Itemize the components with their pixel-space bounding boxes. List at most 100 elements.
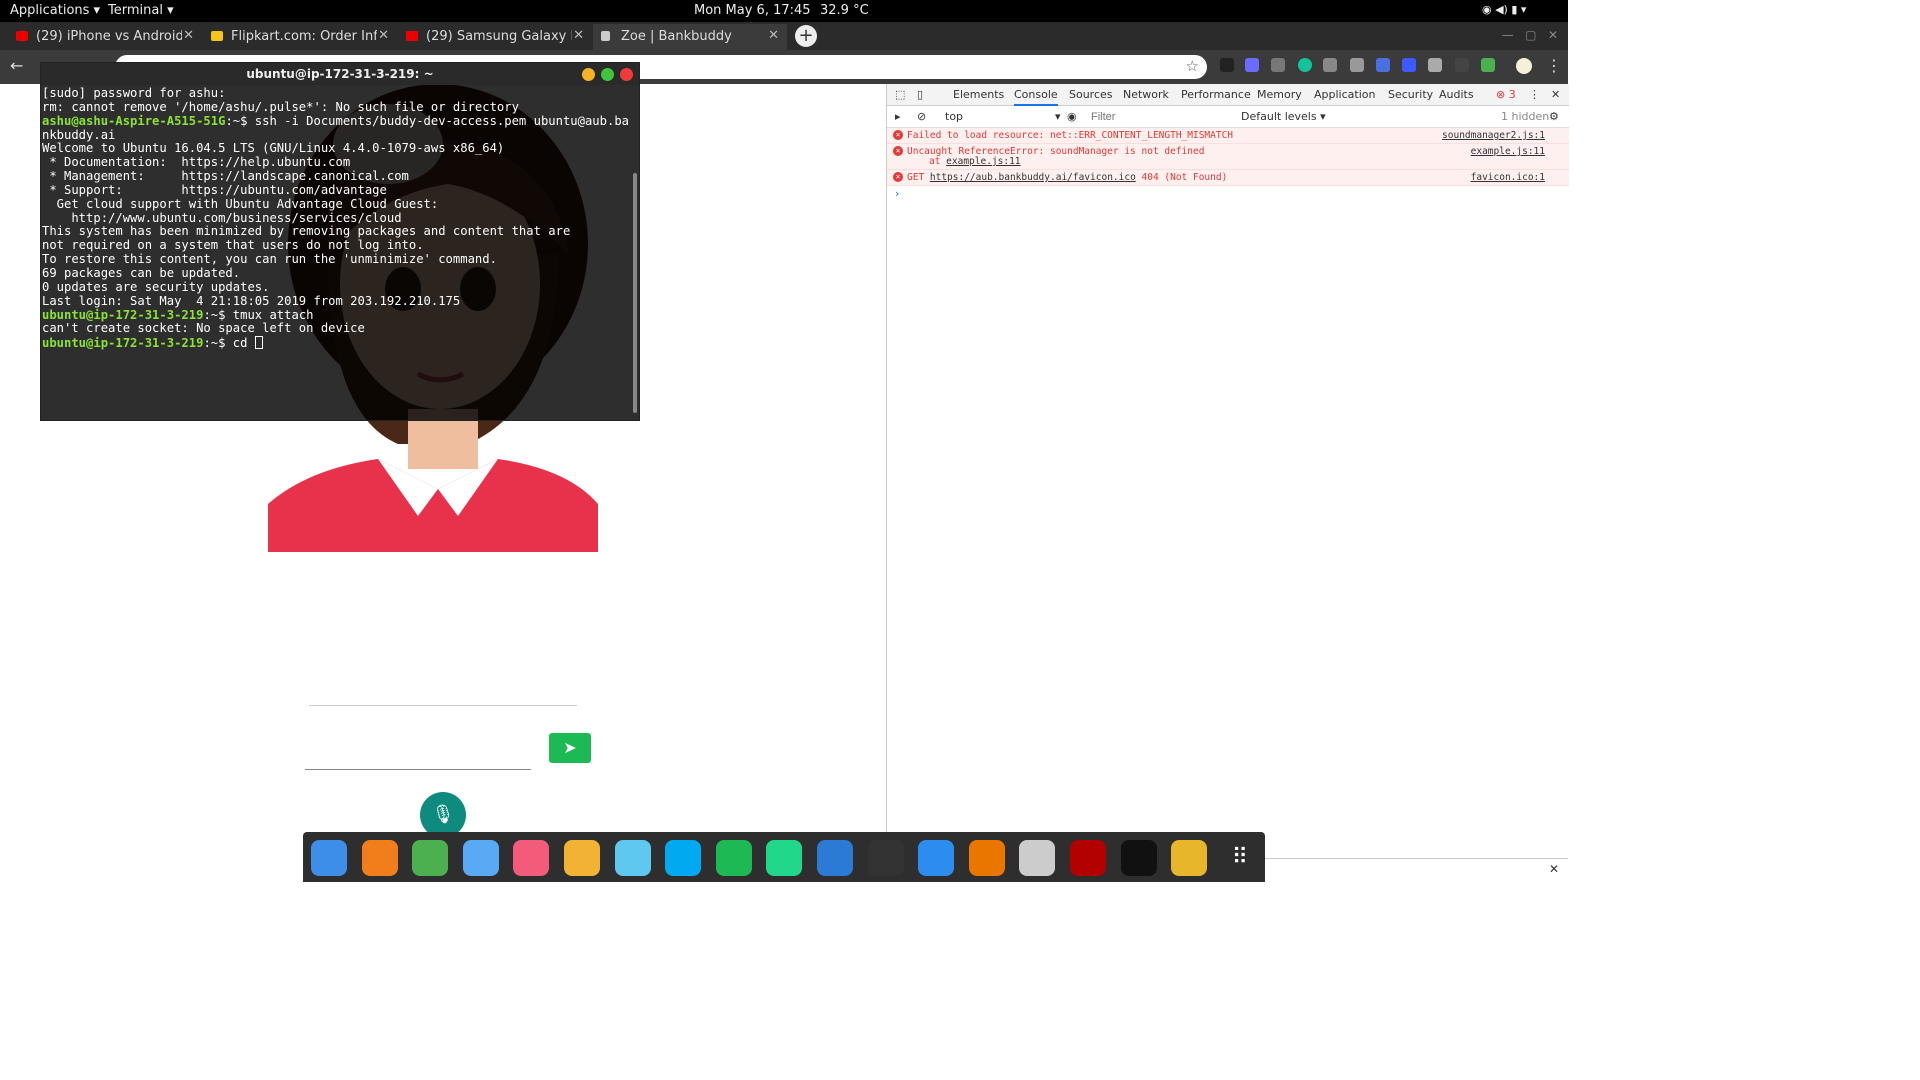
firefox-icon[interactable]	[361, 840, 398, 876]
infinity-extension-icon[interactable]	[1271, 58, 1285, 72]
system-status-icons[interactable]: ◉ ◀) ▮ ▾	[1482, 3, 1526, 16]
app-store-icon[interactable]	[918, 840, 955, 876]
clear-console-icon[interactable]: ⊘	[917, 110, 926, 123]
device-toggle-icon[interactable]: ▯	[917, 88, 923, 101]
profile-avatar[interactable]	[1516, 58, 1532, 74]
terminal-window[interactable]: ubuntu@ip-172-31-3-219: ~ [sudo] passwor…	[40, 62, 640, 421]
log-levels-dropdown[interactable]: Default levels ▾	[1241, 110, 1326, 123]
chrome-icon[interactable]	[412, 840, 449, 876]
messages-icon[interactable]	[462, 840, 499, 876]
error-source-link[interactable]: favicon.ico:1	[1471, 172, 1545, 183]
filezilla-icon[interactable]	[1070, 840, 1106, 876]
terminal-line: Get cloud support with Ubuntu Advantage …	[42, 197, 632, 212]
terminal-line: * Support: https://ubuntu.com/advantage	[42, 183, 632, 198]
tab-flipkart[interactable]: Flipkart.com: Order Inform ✕	[203, 24, 397, 50]
terminal-text: not required on a system that users do n…	[42, 238, 424, 253]
terminal-text: * Documentation: https://help.ubuntu.com	[42, 155, 351, 170]
error-source-link[interactable]: soundmanager2.js:1	[1442, 130, 1545, 141]
tab-zoe-bankbuddy[interactable]: Zoe | Bankbuddy ✕	[593, 24, 787, 50]
browser-menu-icon[interactable]: ⋮	[1546, 56, 1562, 75]
error-count-badge[interactable]: ⊗ 3	[1496, 88, 1516, 101]
tab-performance[interactable]: Performance	[1181, 88, 1251, 101]
tab-network[interactable]: Network	[1123, 88, 1169, 101]
console-filter-bar: ▸ ⊘ top▾ ◉ Default levels ▾ 1 hidden ⚙	[887, 106, 1569, 128]
stack-link[interactable]: example.js:11	[946, 156, 1020, 167]
tab-sources[interactable]: Sources	[1069, 88, 1113, 101]
vscode-icon[interactable]	[817, 840, 853, 876]
console-error[interactable]: ✕ GET https://aub.bankbuddy.ai/favicon.i…	[887, 170, 1569, 186]
weather-indicator[interactable]: 32.9 °C	[820, 3, 869, 18]
photos-icon[interactable]	[564, 840, 600, 876]
tab-audits[interactable]: Audits	[1439, 88, 1474, 101]
pen-extension-icon[interactable]	[1376, 58, 1390, 72]
app-grid-icon[interactable]: ⠿	[1221, 840, 1258, 876]
camera-extension-icon[interactable]	[1350, 58, 1364, 72]
extension-icon[interactable]	[1481, 58, 1495, 72]
youtube-icon	[406, 31, 418, 41]
terminal-scrollbar[interactable]	[633, 173, 637, 413]
close-icon[interactable]	[620, 68, 633, 81]
mic-extension-icon[interactable]	[1220, 58, 1234, 72]
terminal-text: Welcome to Ubuntu 16.04.5 LTS (GNU/Linux…	[42, 141, 505, 156]
error-source-link[interactable]: example.js:11	[1471, 146, 1545, 157]
mindmap-icon[interactable]	[1171, 840, 1208, 876]
tab-iphone-vs-android[interactable]: (29) iPhone vs Android – T ✕	[8, 24, 202, 50]
mail-icon[interactable]	[614, 840, 651, 876]
spotify-icon[interactable]	[715, 840, 752, 876]
close-download-bar-icon[interactable]: ✕	[1549, 862, 1559, 876]
finder-icon[interactable]	[311, 840, 347, 876]
console-error[interactable]: ✕ Failed to load resource: net::ERR_CONT…	[887, 128, 1569, 144]
inkscape-icon[interactable]	[1019, 840, 1056, 876]
grammarly-icon[interactable]	[1298, 58, 1312, 72]
applications-menu[interactable]: Applications ▾	[10, 3, 100, 18]
new-tab-button[interactable]: +	[795, 25, 817, 47]
maximize-icon[interactable]	[601, 68, 614, 81]
context-select[interactable]: top ▾	[945, 110, 1061, 123]
close-tab-icon[interactable]: ✕	[183, 28, 194, 43]
back-icon[interactable]: ←	[10, 56, 23, 75]
minimize-icon[interactable]	[582, 68, 595, 81]
tab-application[interactable]: Application	[1314, 88, 1375, 101]
code-editor-icon[interactable]	[867, 840, 904, 876]
chat-message-input[interactable]	[305, 730, 531, 770]
music-icon[interactable]	[513, 840, 550, 876]
mail-extension-icon[interactable]	[1323, 58, 1337, 72]
tab-memory[interactable]: Memory	[1257, 88, 1302, 101]
console-prompt-icon[interactable]: ›	[895, 187, 899, 200]
tab-console[interactable]: Console	[1014, 88, 1058, 106]
sidebar-toggle-icon[interactable]: ▸	[895, 110, 901, 123]
close-tab-icon[interactable]: ✕	[573, 28, 584, 43]
devtools-menu-icon[interactable]: ⋮	[1529, 88, 1540, 101]
tab-title: (29) Samsung Galaxy Bud	[426, 29, 572, 44]
eye-icon[interactable]: ◉	[1067, 110, 1077, 123]
skype-icon[interactable]	[665, 840, 702, 876]
window-controls[interactable]: — ▢ ✕	[1502, 28, 1558, 42]
extension-icon[interactable]	[1402, 58, 1416, 72]
clock[interactable]: Mon May 6, 17:45	[694, 3, 811, 18]
tab-elements[interactable]: Elements	[953, 88, 1004, 101]
extension-icon[interactable]	[1245, 58, 1259, 72]
pycharm-icon[interactable]	[766, 840, 803, 876]
bookmark-star-icon[interactable]: ☆	[1186, 57, 1199, 75]
terminal-app-menu[interactable]: Terminal ▾	[108, 3, 174, 18]
tab-samsung-galaxy-buds[interactable]: (29) Samsung Galaxy Bud ✕	[398, 24, 592, 50]
console-filter-input[interactable]	[1091, 108, 1231, 126]
hidden-count: 1 hidden	[1501, 110, 1550, 123]
terminal-line: nkbuddy.ai	[42, 128, 632, 143]
terminal-icon[interactable]	[1120, 840, 1157, 876]
close-tab-icon[interactable]: ✕	[378, 28, 389, 43]
m-extension-icon[interactable]	[1428, 58, 1442, 72]
inspect-icon[interactable]: ⬚	[895, 88, 905, 101]
tab-security[interactable]: Security	[1388, 88, 1433, 101]
request-method: GET	[907, 172, 930, 183]
extension-icon[interactable]	[1455, 58, 1469, 72]
terminal-output[interactable]: [sudo] password for ashu: rm: cannot remo…	[42, 87, 632, 419]
close-tab-icon[interactable]: ✕	[768, 28, 779, 43]
close-devtools-icon[interactable]: ✕	[1551, 88, 1560, 101]
terminal-text: Last login: Sat May 4 21:18:05 2019 from…	[42, 293, 461, 308]
request-url-link[interactable]: https://aub.bankbuddy.ai/favicon.ico	[930, 172, 1136, 183]
blender-icon[interactable]	[968, 840, 1005, 876]
console-settings-icon[interactable]: ⚙	[1549, 110, 1559, 123]
send-button[interactable]: ➤	[549, 733, 591, 763]
console-error[interactable]: ✕ Uncaught ReferenceError: soundManager …	[887, 144, 1569, 170]
